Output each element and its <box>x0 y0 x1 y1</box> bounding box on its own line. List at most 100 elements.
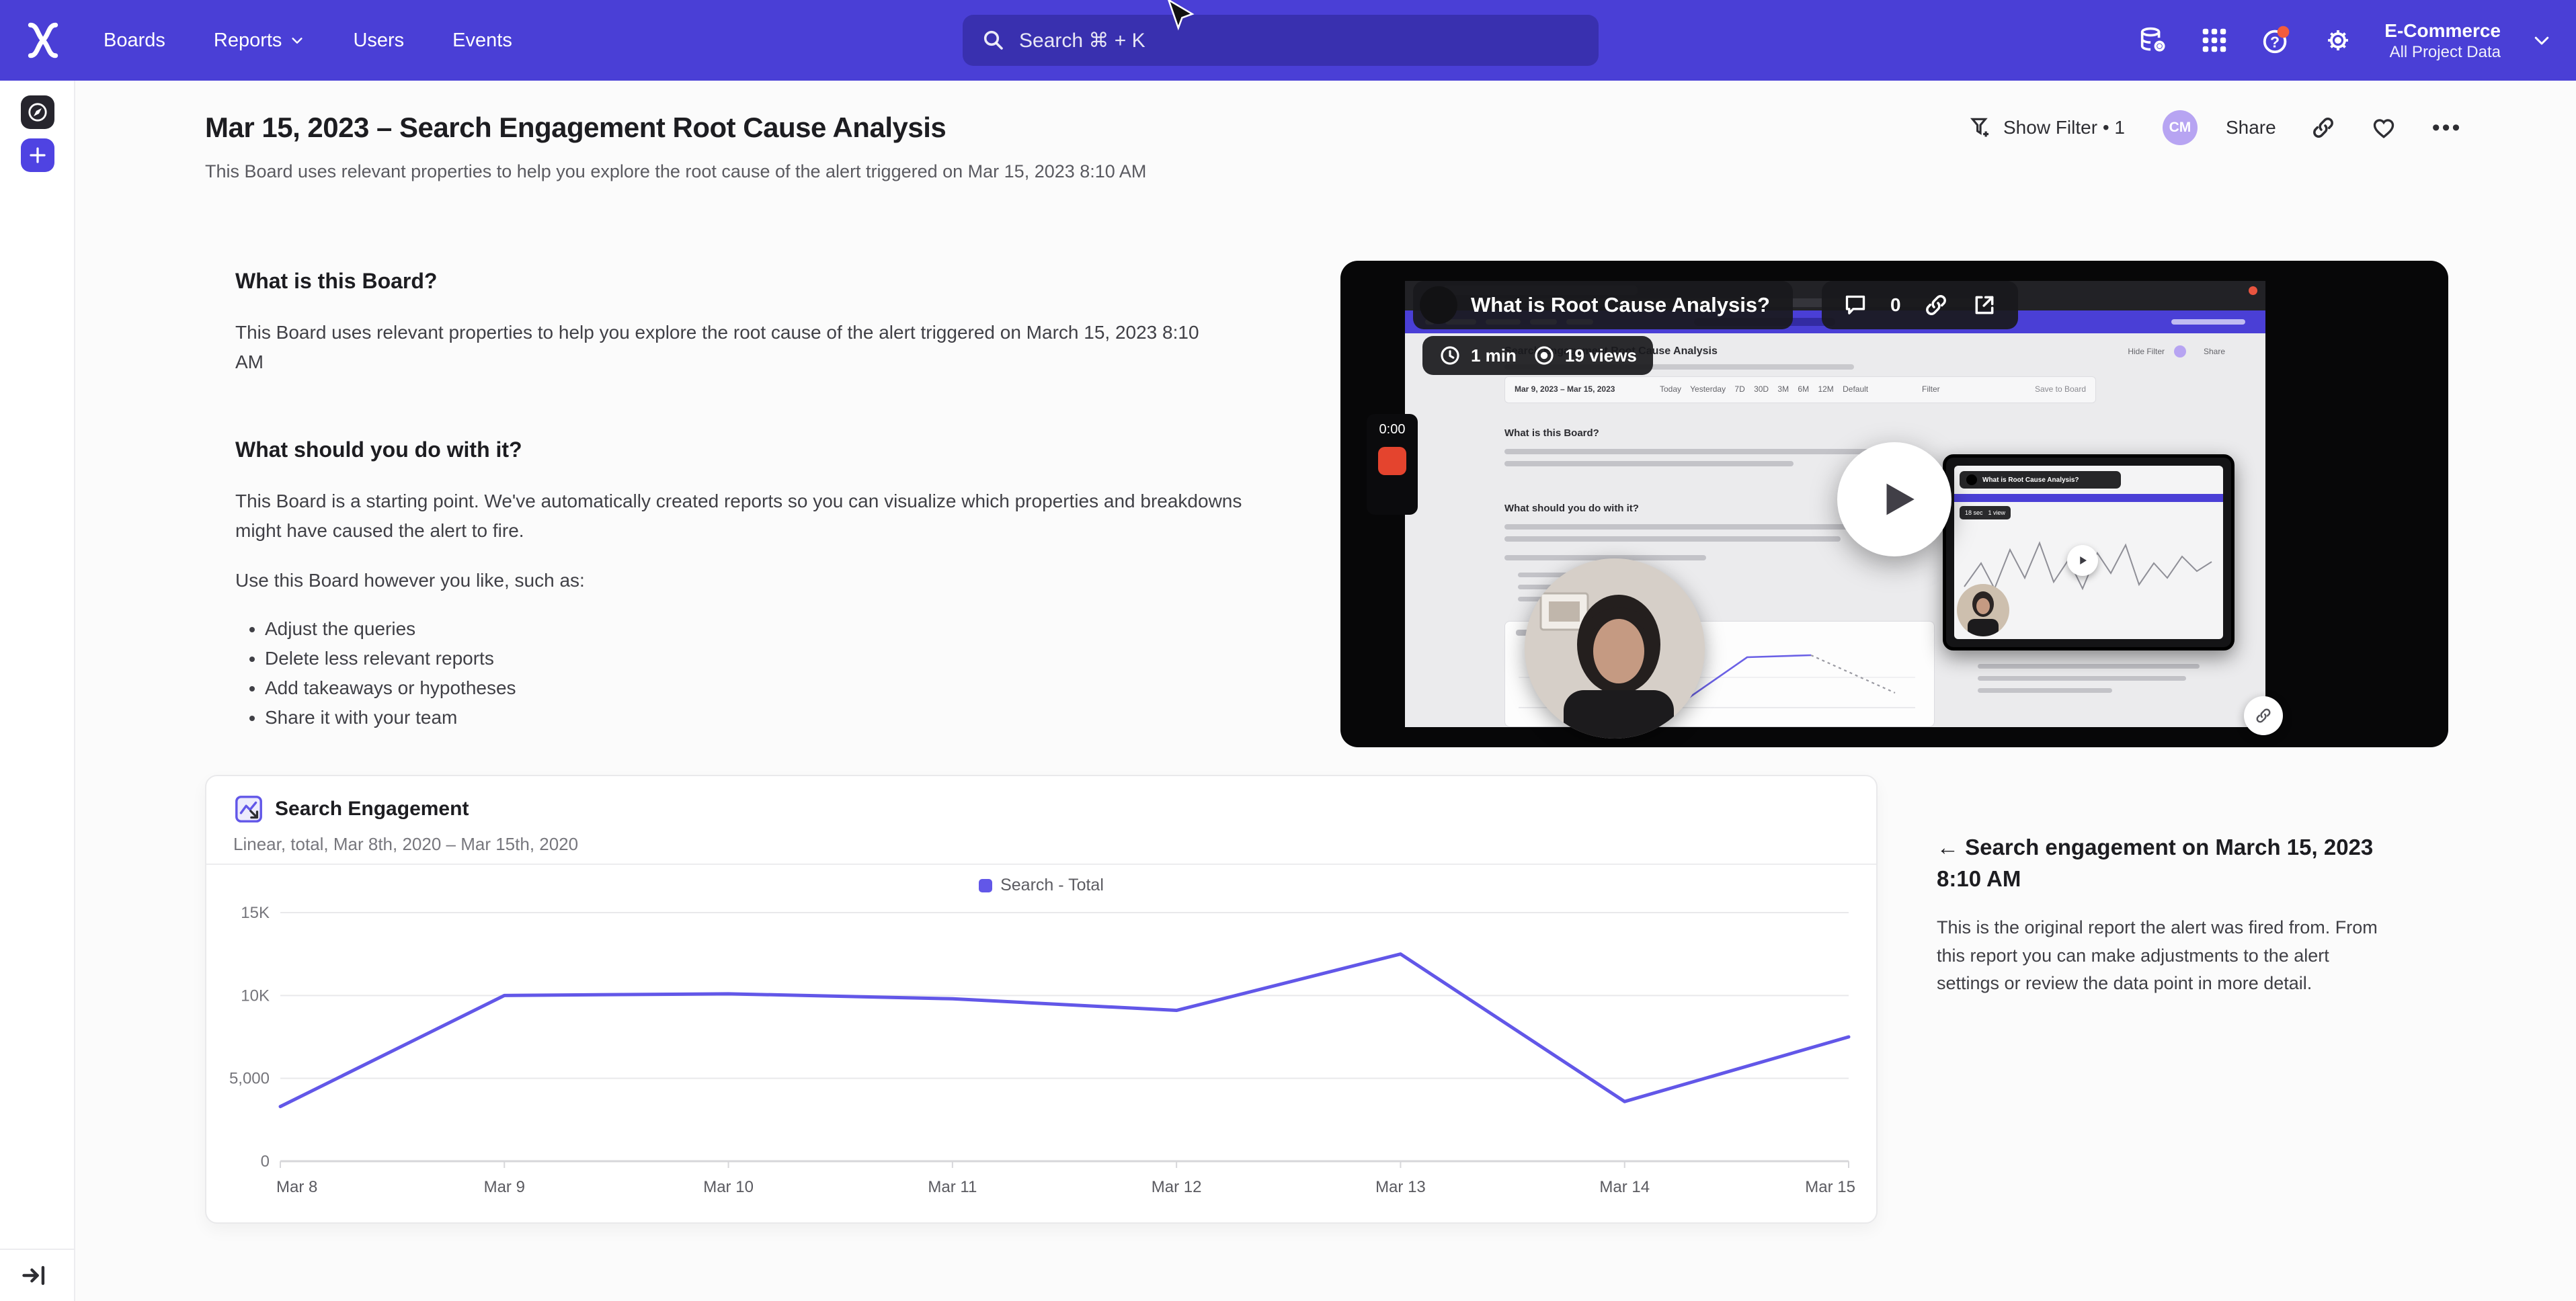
nav-item-users[interactable]: Users <box>353 30 404 52</box>
legend-swatch <box>979 879 992 892</box>
mini-hide-filter: Hide Filter <box>2128 347 2165 356</box>
video-stats-pill: 1 min 19 views <box>1422 336 1653 375</box>
nav-right-cluster: ? E-Commerce All Project Data <box>2137 0 2552 81</box>
video-player[interactable]: Search Engagement Root Cause Analysis Hi… <box>1340 261 2448 747</box>
svg-text:Mar 13: Mar 13 <box>1375 1178 1426 1196</box>
mini-h2: What should you do with it? <box>1504 503 1639 514</box>
mini-play-button[interactable] <box>2067 545 2098 576</box>
report-title[interactable]: Search Engagement <box>275 798 469 821</box>
video-avatar <box>1420 286 1457 324</box>
plus-icon <box>28 145 48 165</box>
mini-h1: What is this Board? <box>1504 427 1599 439</box>
svg-text:?: ? <box>2270 34 2280 51</box>
show-filter-button[interactable]: Show Filter • 1 <box>2003 117 2125 138</box>
list-item: Add takeaways or hypotheses <box>265 673 1264 703</box>
left-sidebar <box>0 81 75 1301</box>
create-new-button[interactable] <box>21 138 54 172</box>
intro-paragraph-2: This Board is a starting point. We've au… <box>235 487 1244 546</box>
svg-text:Mar 15: Mar 15 <box>1805 1178 1855 1196</box>
note-heading: ← Search engagement on March 15, 2023 8:… <box>1937 832 2378 895</box>
play-button[interactable] <box>1837 442 1951 556</box>
mixpanel-logo-icon[interactable] <box>20 17 66 63</box>
views-icon <box>1533 344 1556 367</box>
apps-grid-icon[interactable] <box>2199 25 2230 56</box>
notification-badge <box>2278 26 2290 38</box>
data-management-icon[interactable] <box>2137 25 2168 56</box>
mini-video-title-pill: What is Root Cause Analysis? <box>1960 471 2121 489</box>
project-scope: All Project Data <box>2384 42 2501 62</box>
mini-video-player: What is Root Cause Analysis? 18 sec1 vie… <box>1943 454 2235 650</box>
video-title: What is Root Cause Analysis? <box>1471 293 1770 317</box>
svg-text:Mar 11: Mar 11 <box>928 1178 977 1196</box>
help-icon[interactable]: ? <box>2261 25 2292 56</box>
share-button[interactable]: Share <box>2226 117 2276 138</box>
report-card-search-engagement[interactable]: Search Engagement Linear, total, Mar 8th… <box>205 775 1878 1224</box>
clock-icon <box>1439 344 1461 367</box>
copy-link-icon[interactable] <box>2310 114 2337 141</box>
mouse-cursor <box>1166 0 1195 32</box>
intro-bullet-list: Adjust the queries Delete less relevant … <box>265 614 1264 732</box>
video-action-pill: 0 <box>1822 281 2018 329</box>
search-input[interactable]: Search ⌘ + K <box>963 15 1599 66</box>
intro-paragraph-1: This Board uses relevant properties to h… <box>235 318 1217 377</box>
report-subtitle: Linear, total, Mar 8th, 2020 – Mar 15th,… <box>233 834 578 855</box>
note-section: ← Search engagement on March 15, 2023 8:… <box>1937 832 2378 998</box>
compass-icon <box>26 101 49 124</box>
mini-avatar <box>2174 345 2186 358</box>
svg-text:10K: 10K <box>241 987 270 1005</box>
recording-toolbar: 0:00 <box>1367 414 1418 515</box>
expand-sidebar-button[interactable] <box>20 1261 50 1290</box>
intro-section: What is this Board? This Board uses rele… <box>235 269 1264 732</box>
nav-item-reports[interactable]: Reports <box>214 30 305 52</box>
list-item: Adjust the queries <box>265 614 1264 644</box>
recording-time: 0:00 <box>1367 422 1418 437</box>
video-views: 19 views <box>1565 345 1637 366</box>
top-nav: Boards Reports Users Events Search ⌘ + K <box>0 0 2576 81</box>
mini-toolbar: Mar 9, 2023 – Mar 15, 2023 Today Yesterd… <box>1504 376 2096 403</box>
nav-item-boards[interactable]: Boards <box>104 30 165 52</box>
comment-count: 0 <box>1890 294 1901 316</box>
project-switcher[interactable]: E-Commerce All Project Data <box>2384 19 2501 62</box>
settings-gear-icon[interactable] <box>2323 25 2353 56</box>
filter-plus-icon[interactable] <box>1968 115 1994 140</box>
svg-text:Mar 14: Mar 14 <box>1599 1178 1650 1196</box>
svg-text:15K: 15K <box>241 904 270 922</box>
board-actions: Show Filter • 1 CM Share ••• <box>1968 106 2462 149</box>
list-item: Share it with your team <box>265 703 1264 732</box>
chart-legend: Search - Total <box>206 876 1876 895</box>
chevron-down-icon[interactable] <box>2532 30 2552 50</box>
svg-text:5,000: 5,000 <box>229 1070 270 1088</box>
open-external-icon[interactable] <box>1971 292 1998 319</box>
project-name: E-Commerce <box>2384 19 2501 42</box>
video-link-button[interactable] <box>2244 696 2283 735</box>
mini-webcam-bubble <box>1957 584 2009 636</box>
list-item: Delete less relevant reports <box>265 644 1264 673</box>
comment-icon[interactable] <box>1842 292 1869 319</box>
intro-heading-2: What should you do with it? <box>235 437 1264 462</box>
video-title-pill: What is Root Cause Analysis? <box>1413 281 1793 329</box>
search-icon <box>981 28 1006 52</box>
mini-share: Share <box>2204 347 2225 356</box>
svg-text:Mar 8: Mar 8 <box>276 1178 317 1196</box>
avatar[interactable]: CM <box>2163 110 2198 145</box>
line-chart-report-icon <box>233 794 264 825</box>
svg-text:Mar 9: Mar 9 <box>484 1178 525 1196</box>
line-chart[interactable]: 05,00010K15KMar 8Mar 9Mar 10Mar 11Mar 12… <box>223 903 1862 1208</box>
more-options-button[interactable]: ••• <box>2432 115 2462 141</box>
discover-button[interactable] <box>21 95 54 129</box>
video-duration: 1 min <box>1471 345 1517 366</box>
card-divider <box>206 864 1876 865</box>
favorite-heart-icon[interactable] <box>2370 114 2397 141</box>
intro-heading-1: What is this Board? <box>235 269 1264 294</box>
nav-item-events[interactable]: Events <box>452 30 512 52</box>
nav-menu: Boards Reports Users Events <box>104 0 512 81</box>
recording-dot <box>2249 286 2257 295</box>
chevron-down-icon <box>290 33 305 48</box>
stop-recording-button[interactable] <box>1378 447 1406 475</box>
note-body: This is the original report the alert wa… <box>1937 914 2378 999</box>
link-icon[interactable] <box>1923 292 1949 319</box>
mini-video-stats: 18 sec1 view <box>1960 506 2011 519</box>
svg-text:0: 0 <box>261 1152 270 1171</box>
presenter-webcam-bubble <box>1525 558 1705 739</box>
svg-text:Mar 10: Mar 10 <box>703 1178 754 1196</box>
